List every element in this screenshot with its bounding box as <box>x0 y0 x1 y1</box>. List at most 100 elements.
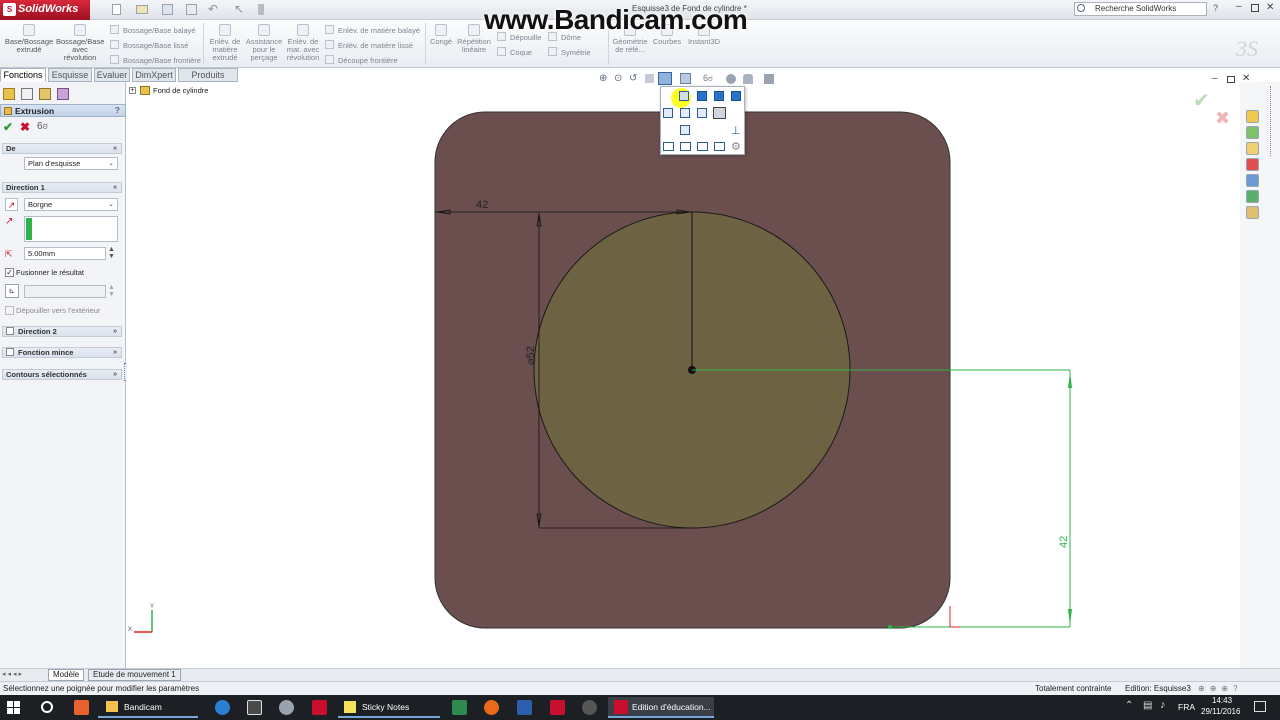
mirror-button[interactable]: Symétrie <box>548 47 591 57</box>
clock-time[interactable]: 14:43 <box>1212 696 1232 705</box>
two-view-vertical-icon[interactable] <box>697 142 708 151</box>
panel-help-button[interactable]: ? <box>115 105 120 115</box>
from-select[interactable]: Plan d'esquisse ⌄ <box>24 157 118 170</box>
boundary-boss-button[interactable]: Bossage/Base frontière <box>110 55 201 65</box>
cancel-button[interactable]: ✖ <box>20 120 30 134</box>
four-view-icon[interactable] <box>714 142 725 151</box>
start-button-icon[interactable] <box>7 701 20 714</box>
view-palette-icon[interactable] <box>1246 174 1259 187</box>
firefox-icon[interactable] <box>484 700 499 715</box>
taskbar-app-solidworks[interactable]: Edition d'éducation... <box>608 697 714 718</box>
swept-cut-button[interactable]: Enlèv. de matière balayé <box>325 25 420 35</box>
acrobat-icon[interactable] <box>550 700 565 715</box>
view-normal-to-icon[interactable] <box>680 125 690 135</box>
select-icon[interactable]: ↖ <box>234 2 244 16</box>
status-icons[interactable]: ⊕⊕⊕? <box>1198 682 1243 695</box>
lofted-boss-button[interactable]: Bossage/Base lissé <box>110 40 188 50</box>
task-pane-handle-icon[interactable] <box>1270 86 1273 156</box>
direction-vector-field[interactable] <box>24 216 118 242</box>
view-back-icon[interactable] <box>697 91 707 101</box>
depth-input[interactable]: 5.00mm <box>24 247 106 260</box>
section-selected-contours[interactable]: Contours sélectionnés» <box>2 369 122 380</box>
action-center-icon[interactable] <box>1254 701 1266 712</box>
two-view-horizontal-icon[interactable] <box>680 142 691 151</box>
word-icon[interactable] <box>517 700 532 715</box>
section-direction-2[interactable]: Direction 2» <box>2 326 122 337</box>
merge-result-checkbox[interactable]: ✓ <box>5 268 14 277</box>
tab-esquisse[interactable]: Esquisse <box>48 68 92 82</box>
help-icon[interactable]: ? <box>1213 3 1218 13</box>
swept-boss-button[interactable]: Bossage/Base balayé <box>110 25 196 35</box>
shell-button[interactable]: Coque <box>497 47 532 57</box>
tab-model[interactable]: Modèle <box>48 669 85 681</box>
draft-toggle-icon[interactable]: ⊾ <box>5 284 19 298</box>
taskbar-app-bandicam[interactable]: Bandicam <box>98 697 198 718</box>
clock-date[interactable]: 29/11/2016 <box>1201 707 1240 716</box>
boundary-cut-button[interactable]: Découpe frontière <box>325 55 398 65</box>
part-drawing[interactable] <box>127 82 1240 668</box>
network-icon[interactable]: ▤ <box>1143 700 1152 711</box>
edge-icon[interactable] <box>215 700 230 715</box>
section-direction-1[interactable]: Direction 1 « <box>2 182 122 193</box>
open-icon[interactable] <box>136 5 148 14</box>
tab-evaluer[interactable]: Evaluer <box>94 68 130 82</box>
print-icon[interactable] <box>186 4 197 15</box>
tab-scroll-arrows[interactable]: ◂◂◂▸ <box>2 670 24 678</box>
link-views-icon[interactable]: ⚙ <box>731 140 741 153</box>
search-input[interactable]: Recherche SolidWorks <box>1095 4 1176 13</box>
draft-outward-checkbox[interactable] <box>5 306 14 315</box>
configuration-tab-icon[interactable] <box>39 88 51 100</box>
close-button[interactable]: ✕ <box>1266 2 1274 13</box>
lofted-cut-button[interactable]: Enlèv. de matière lissé <box>325 40 413 50</box>
depth-spinner-icon[interactable]: ▲ ▼ <box>108 246 115 260</box>
paint-icon[interactable] <box>279 700 294 715</box>
rebuild-icon[interactable] <box>258 4 264 15</box>
direction-2-checkbox[interactable] <box>6 327 14 335</box>
tab-produits-office[interactable]: Produits Office <box>178 68 238 93</box>
file-explorer-icon[interactable] <box>1246 142 1259 155</box>
solidworks-taskbar-icon[interactable] <box>312 700 327 715</box>
restore-button[interactable] <box>1251 4 1259 12</box>
undo-icon[interactable]: ↶ <box>208 2 218 16</box>
preview-icon[interactable]: 6ಠ <box>37 121 48 132</box>
taskbar-app-sticky-notes[interactable]: Sticky Notes <box>338 697 440 718</box>
save-icon[interactable] <box>162 4 173 15</box>
cortana-icon[interactable] <box>41 701 53 713</box>
view-trimetric-icon[interactable] <box>713 107 726 119</box>
feature-tree-tab-icon[interactable] <box>3 88 15 100</box>
dimension-horizontal[interactable]: 42 <box>476 199 488 211</box>
store-icon[interactable] <box>247 700 262 715</box>
sketch-point[interactable] <box>888 625 892 629</box>
search-results-icon[interactable] <box>1246 158 1259 171</box>
thin-feature-checkbox[interactable] <box>6 348 14 356</box>
reverse-direction-icon[interactable]: ↗ <box>5 198 18 211</box>
view-front-icon[interactable] <box>679 91 689 101</box>
view-top-icon[interactable] <box>663 108 673 118</box>
display-tab-icon[interactable] <box>57 88 69 100</box>
tab-motion-study[interactable]: Etude de mouvement 1 <box>88 669 181 681</box>
tab-dimxpert[interactable]: DimXpert <box>132 68 176 82</box>
view-left-icon[interactable] <box>714 91 724 101</box>
extrude-boss-button[interactable]: Base/Bossage extrudé <box>4 24 54 54</box>
volume-icon[interactable]: ♪ <box>1160 699 1166 711</box>
media-player-icon[interactable] <box>582 700 597 715</box>
view-bottom-icon[interactable] <box>680 108 690 118</box>
design-library-icon[interactable] <box>1246 126 1259 139</box>
section-thin-feature[interactable]: Fonction mince» <box>2 347 122 358</box>
view-dimetric-icon[interactable]: ⊥ <box>731 124 741 137</box>
section-from[interactable]: De « <box>2 143 122 154</box>
fillet-button[interactable]: Congé <box>428 24 454 46</box>
revolved-cut-button[interactable]: Enlèv. de mat. avec révolution <box>284 24 322 62</box>
excel-icon[interactable] <box>452 700 467 715</box>
extruded-cut-button[interactable]: Enlèv. de matière extrudé <box>206 24 244 62</box>
dimension-vertical[interactable]: 42 <box>1058 536 1070 548</box>
single-view-icon[interactable] <box>663 142 674 151</box>
tab-fonctions[interactable]: Fonctions <box>0 68 46 82</box>
language-indicator[interactable]: FRA <box>1178 702 1195 712</box>
hole-wizard-button[interactable]: Assistance pour le perçage <box>244 24 284 62</box>
property-manager-tab-icon[interactable] <box>21 88 33 100</box>
graphics-area[interactable]: + Fond de cylindre ⊕ ⊙ ↺ 6ಠ – ✕ ✔ ✖ 42 ⌀… <box>127 72 1250 668</box>
ok-button[interactable]: ✔ <box>3 120 13 134</box>
people-icon[interactable]: ⌃ <box>1125 700 1133 711</box>
bandicam-icon[interactable] <box>74 700 89 715</box>
